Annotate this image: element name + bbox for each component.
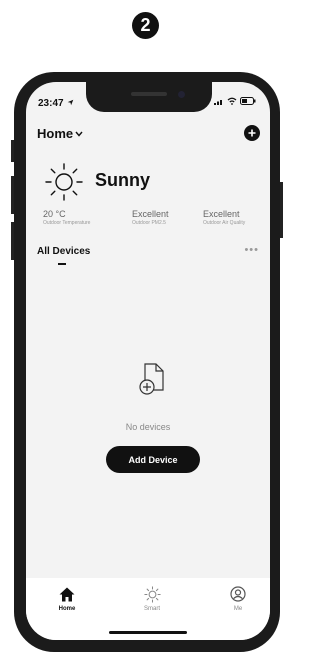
- profile-icon: [230, 586, 246, 602]
- wifi-icon: [227, 97, 237, 105]
- home-icon: [59, 587, 75, 601]
- sun-icon: [143, 585, 161, 603]
- chevron-down-icon: [75, 131, 83, 137]
- home-indicator: [109, 631, 187, 634]
- tab-all-devices[interactable]: All Devices: [37, 246, 90, 257]
- status-icons: [214, 97, 256, 105]
- metric-pm25: Excellent Outdoor PM2.5: [132, 209, 169, 226]
- nav-label-smart: Smart: [143, 606, 160, 612]
- battery-icon: [240, 97, 256, 105]
- status-time: 23:47: [38, 98, 74, 109]
- empty-state-message: No devices: [125, 422, 171, 432]
- add-button[interactable]: [244, 125, 260, 141]
- app-screen: 23:47 Home Sunny 20 °C Outdoor Temperatu…: [26, 82, 270, 640]
- nav-item-me[interactable]: Me: [218, 584, 258, 612]
- add-device-button[interactable]: Add Device: [106, 446, 200, 473]
- sun-icon: [45, 163, 83, 201]
- add-document-icon: [139, 363, 164, 395]
- step-number-badge: 2: [132, 12, 159, 39]
- more-options-icon[interactable]: •••: [244, 244, 259, 256]
- signal-icon: [214, 99, 222, 105]
- location-arrow-icon: [68, 99, 74, 106]
- metric-air-quality: Excellent Outdoor Air Quality: [203, 209, 246, 226]
- nav-label-me: Me: [233, 606, 243, 612]
- camera-icon: [178, 91, 185, 98]
- tab-active-indicator: [58, 263, 66, 265]
- nav-item-smart[interactable]: Smart: [132, 584, 172, 612]
- nav-item-home[interactable]: Home: [47, 584, 87, 612]
- home-selector[interactable]: Home: [37, 126, 83, 141]
- notch: [86, 82, 212, 112]
- home-label: Home: [37, 126, 74, 141]
- nav-label-home: Home: [58, 606, 76, 612]
- weather-condition: Sunny: [95, 170, 151, 190]
- plus-icon: [248, 129, 256, 137]
- metric-temperature: 20 °C Outdoor Temperature: [43, 209, 91, 226]
